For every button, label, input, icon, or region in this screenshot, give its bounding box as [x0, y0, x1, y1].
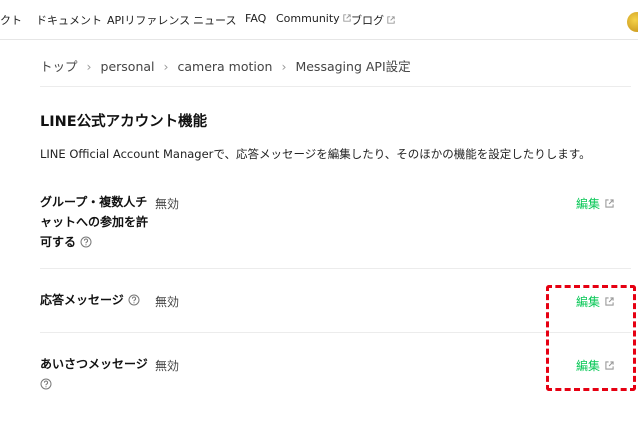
label-line: あいさつメッセージ: [40, 357, 148, 371]
setting-value-greeting-message: 無効: [155, 359, 180, 373]
help-circle-icon[interactable]: [80, 236, 92, 248]
external-link-icon: [342, 14, 351, 22]
breadcrumb-channel[interactable]: camera motion: [178, 59, 273, 74]
chevron-right-icon: ›: [281, 59, 287, 74]
nav-item-news[interactable]: ニュース: [193, 12, 236, 28]
label-line: 可する: [40, 235, 77, 249]
divider: [40, 86, 631, 87]
breadcrumb-provider[interactable]: personal: [101, 59, 155, 74]
chevron-right-icon: ›: [163, 59, 169, 74]
external-link-icon: [387, 16, 395, 24]
chevron-right-icon: ›: [86, 59, 92, 74]
nav-item-community[interactable]: Community: [276, 12, 351, 25]
setting-value-group-chat: 無効: [155, 197, 180, 211]
edit-link-group-chat[interactable]: 編集: [576, 195, 614, 212]
nav-item-faq[interactable]: FAQ: [245, 12, 266, 25]
label-line: ャットへの参加を許: [40, 215, 149, 229]
nav-item-api-reference[interactable]: APIリファレンス: [107, 12, 190, 28]
nav-item-documents[interactable]: ドキュメント: [36, 12, 102, 28]
external-link-icon: [605, 199, 614, 208]
label-line: 応答メッセージ: [40, 293, 124, 307]
edit-link-label: 編集: [576, 197, 601, 211]
help-circle-icon[interactable]: [40, 378, 52, 390]
setting-label-auto-reply: 応答メッセージ: [40, 290, 140, 310]
section-description: LINE Official Account Managerで、応答メッセージを編…: [40, 147, 591, 161]
divider: [40, 332, 631, 333]
breadcrumb: トップ › personal › camera motion › Messaging API…: [40, 56, 411, 75]
avatar[interactable]: [627, 12, 638, 32]
breadcrumb-top[interactable]: トップ: [40, 59, 78, 74]
highlight-annotation-box: [546, 285, 636, 391]
divider: [40, 268, 631, 269]
nav-item-community-label: Community: [276, 12, 340, 25]
section-title: LINE公式アカウント機能: [40, 114, 208, 130]
nav-item-products[interactable]: クト: [0, 12, 22, 28]
setting-value-auto-reply: 無効: [155, 295, 180, 309]
breadcrumb-current: Messaging API設定: [295, 59, 411, 74]
setting-label-group-chat: グループ・複数人チ ャットへの参加を許 可する: [40, 192, 148, 252]
nav-item-blog-label: ブログ: [351, 14, 384, 27]
help-circle-icon[interactable]: [128, 294, 140, 306]
label-line: グループ・複数人チ: [40, 195, 148, 209]
nav-item-blog[interactable]: ブログ: [351, 12, 395, 28]
setting-label-greeting-message: あいさつメッセージ: [40, 354, 148, 394]
top-navigation: クト ドキュメント APIリファレンス ニュース FAQ Community ブ…: [0, 0, 638, 40]
